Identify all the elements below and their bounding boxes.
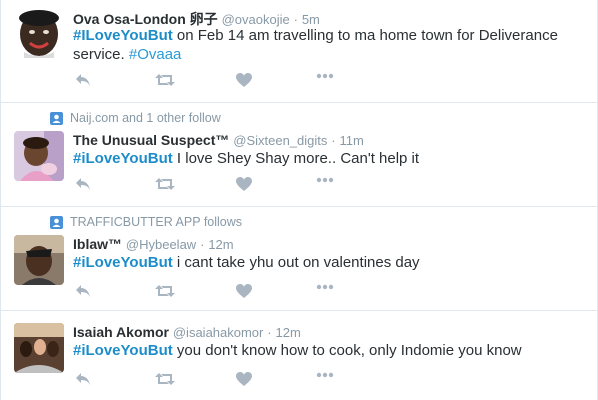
separator-dot: ·: [293, 12, 298, 27]
reply-icon[interactable]: [75, 73, 91, 87]
tweet[interactable]: Ova Osa-London 卵子 @ovaokojie · 5m #ILove…: [0, 0, 598, 103]
favorite-icon[interactable]: [236, 177, 252, 191]
favorite-icon[interactable]: [236, 73, 252, 87]
timestamp[interactable]: 11m: [340, 133, 364, 148]
separator-dot: ·: [267, 325, 272, 340]
tweet-header: Iblaw™ @Hybeelaw · 12m: [73, 236, 234, 252]
username[interactable]: @ovaokojie: [222, 12, 290, 27]
more-icon[interactable]: [316, 73, 334, 79]
tweet-actions: [73, 284, 353, 302]
more-icon[interactable]: [316, 284, 334, 290]
avatar[interactable]: [14, 323, 64, 373]
tweet-actions: [73, 372, 353, 390]
retweet-icon[interactable]: [155, 284, 175, 298]
tweet-body-text: i cant take yhu out on valentines day: [172, 254, 420, 271]
tweet-body-text: you don't know how to cook, only Indomie…: [172, 342, 522, 359]
social-context-text[interactable]: Naij.com and 1 other follow: [70, 111, 221, 125]
username[interactable]: @Hybeelaw: [126, 237, 196, 252]
retweet-icon[interactable]: [155, 73, 175, 87]
more-icon[interactable]: [316, 372, 334, 378]
tweet-header: The Unusual Suspect™ @Sixteen_digits · 1…: [73, 132, 364, 148]
fullname[interactable]: Ova Osa-London 卵子: [73, 11, 218, 27]
tweet[interactable]: TRAFFICBUTTER APP follows Iblaw™ @Hybeel…: [0, 207, 598, 311]
fullname[interactable]: The Unusual Suspect™: [73, 132, 229, 148]
user-follow-icon: [50, 215, 63, 229]
reply-icon[interactable]: [75, 177, 91, 191]
fullname[interactable]: Isaiah Akomor: [73, 324, 169, 340]
favorite-icon[interactable]: [236, 372, 252, 386]
tweet-text: #iLoveYouBut i cant take yhu out on vale…: [73, 253, 563, 272]
retweet-icon[interactable]: [155, 372, 175, 386]
reply-icon[interactable]: [75, 372, 91, 386]
tweet-text: #ILoveYouBut on Feb 14 am travelling to …: [73, 26, 563, 64]
tweet-body-text: I love Shey Shay more.. Can't help it: [172, 150, 420, 167]
tweet-actions: [73, 73, 353, 91]
hashtag-link[interactable]: #Ovaaa: [129, 46, 182, 63]
timestamp[interactable]: 12m: [276, 325, 301, 340]
username[interactable]: @Sixteen_digits: [233, 133, 327, 148]
tweet[interactable]: Isaiah Akomor @isaiahakomor · 12m #iLove…: [0, 311, 598, 400]
social-context: Naij.com and 1 other follow: [50, 111, 221, 125]
retweet-icon[interactable]: [155, 177, 175, 191]
tweet[interactable]: Naij.com and 1 other follow The Unusual …: [0, 103, 598, 207]
user-follow-icon: [50, 111, 63, 125]
more-icon[interactable]: [316, 177, 334, 183]
timestamp[interactable]: 5m: [302, 12, 320, 27]
social-context: TRAFFICBUTTER APP follows: [50, 215, 242, 229]
avatar[interactable]: [14, 235, 64, 285]
timestamp[interactable]: 12m: [208, 237, 233, 252]
username[interactable]: @isaiahakomor: [173, 325, 264, 340]
hashtag-link[interactable]: #iLoveYouBut: [73, 342, 173, 359]
tweet-header: Isaiah Akomor @isaiahakomor · 12m: [73, 324, 301, 340]
hashtag-link[interactable]: #iLoveYouBut: [73, 254, 173, 271]
hashtag-link[interactable]: #iLoveYouBut: [73, 150, 173, 167]
hashtag-link[interactable]: #ILoveYouBut: [73, 27, 173, 44]
avatar[interactable]: [14, 131, 64, 181]
reply-icon[interactable]: [75, 284, 91, 298]
social-context-text[interactable]: TRAFFICBUTTER APP follows: [70, 215, 242, 229]
fullname[interactable]: Iblaw™: [73, 236, 122, 252]
tweet-text: #iLoveYouBut you don't know how to cook,…: [73, 341, 563, 360]
separator-dot: ·: [331, 133, 336, 148]
tweet-actions: [73, 177, 353, 195]
tweet-stream: Ova Osa-London 卵子 @ovaokojie · 5m #ILove…: [0, 0, 598, 400]
tweet-text: #iLoveYouBut I love Shey Shay more.. Can…: [73, 149, 563, 168]
avatar[interactable]: [14, 8, 64, 58]
favorite-icon[interactable]: [236, 284, 252, 298]
separator-dot: ·: [200, 237, 205, 252]
